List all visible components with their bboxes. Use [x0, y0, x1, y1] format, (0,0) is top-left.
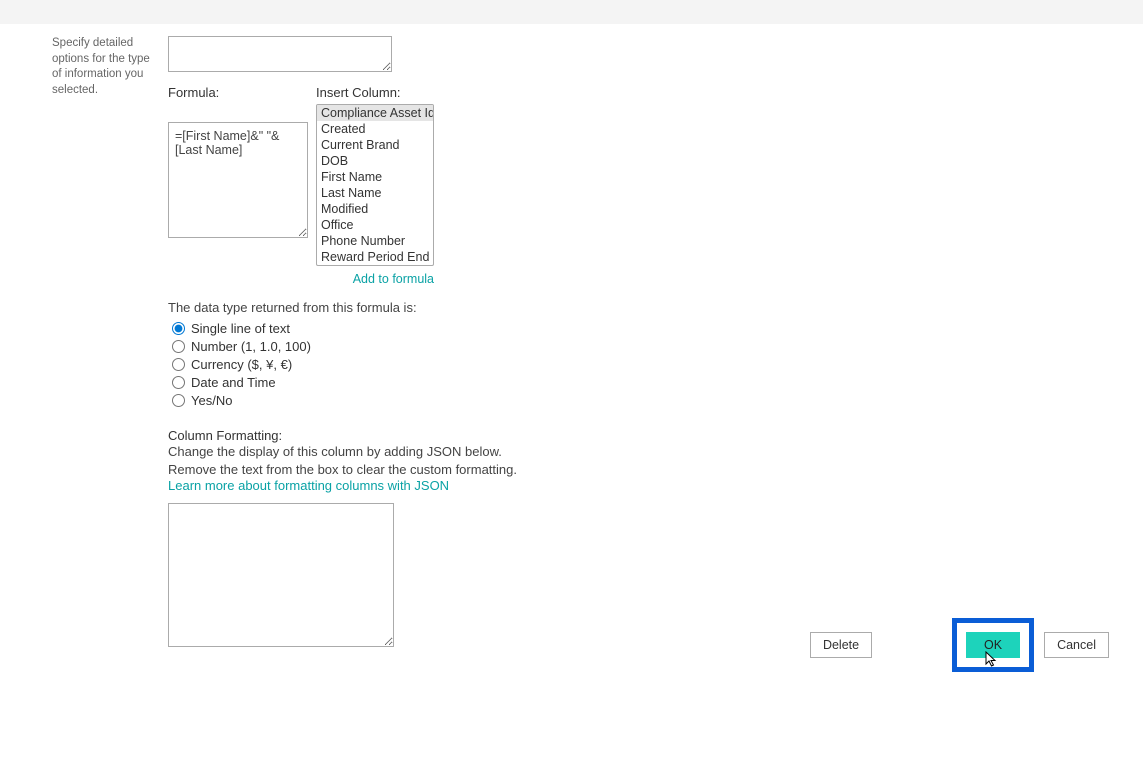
formula-label: Formula: [168, 85, 308, 100]
insert-column-option[interactable]: Current Brand [317, 137, 433, 153]
insert-column-label: Insert Column: [316, 85, 434, 100]
column-formatting-desc2: Remove the text from the box to clear th… [168, 461, 517, 479]
datatype-option-label: Currency ($, ¥, €) [191, 357, 292, 372]
datatype-option[interactable]: Yes/No [172, 393, 517, 408]
description-textarea[interactable] [168, 36, 392, 72]
datatype-option[interactable]: Currency ($, ¥, €) [172, 357, 517, 372]
insert-column-option[interactable]: Created [317, 121, 433, 137]
insert-column-option[interactable]: First Name [317, 169, 433, 185]
datatype-option[interactable]: Single line of text [172, 321, 517, 336]
main-panel: Formula: Insert Column: Compliance Asset… [168, 36, 517, 650]
formula-column: Formula: [168, 85, 308, 241]
delete-button[interactable]: Delete [810, 632, 872, 658]
insert-column-option[interactable]: Office [317, 217, 433, 233]
top-bar [0, 0, 1143, 24]
datatype-option-label: Date and Time [191, 375, 276, 390]
insert-column-option[interactable]: Phone Number [317, 233, 433, 249]
insert-column-column: Insert Column: Compliance Asset IdCreate… [316, 85, 434, 266]
column-formatting-section: Column Formatting: Change the display of… [168, 428, 517, 650]
ok-highlight-box: OK [952, 618, 1034, 672]
content-wrapper: Specify detailed options for the type of… [0, 24, 1143, 650]
column-formatting-link[interactable]: Learn more about formatting columns with… [168, 478, 449, 493]
datatype-option-label: Number (1, 1.0, 100) [191, 339, 311, 354]
column-formatting-desc1: Change the display of this column by add… [168, 443, 517, 461]
datatype-radio[interactable] [172, 394, 185, 407]
add-to-formula-link[interactable]: Add to formula [168, 272, 434, 286]
insert-column-listbox[interactable]: Compliance Asset IdCreatedCurrent BrandD… [316, 104, 434, 266]
cancel-button[interactable]: Cancel [1044, 632, 1109, 658]
ok-button[interactable]: OK [966, 632, 1020, 658]
formula-textarea[interactable] [168, 122, 308, 238]
datatype-radio[interactable] [172, 322, 185, 335]
column-formatting-heading: Column Formatting: [168, 428, 517, 443]
insert-column-option[interactable]: Modified [317, 201, 433, 217]
datatype-radio[interactable] [172, 340, 185, 353]
datatype-radio[interactable] [172, 358, 185, 371]
button-row: Delete OK Cancel [0, 618, 1143, 672]
datatype-radio[interactable] [172, 376, 185, 389]
insert-column-option[interactable]: DOB [317, 153, 433, 169]
datatype-radio-group: Single line of text Number (1, 1.0, 100) C… [168, 321, 517, 408]
datatype-option-label: Yes/No [191, 393, 232, 408]
datatype-option[interactable]: Number (1, 1.0, 100) [172, 339, 517, 354]
sidebar-description: Specify detailed options for the type of… [0, 36, 168, 98]
insert-column-option[interactable]: Compliance Asset Id [317, 105, 433, 121]
insert-column-option[interactable]: Reward Period End [317, 249, 433, 265]
description-field [168, 36, 517, 75]
formula-row: Formula: Insert Column: Compliance Asset… [168, 85, 517, 266]
datatype-option[interactable]: Date and Time [172, 375, 517, 390]
insert-column-option[interactable]: Last Name [317, 185, 433, 201]
datatype-option-label: Single line of text [191, 321, 290, 336]
datatype-label: The data type returned from this formula… [168, 300, 517, 315]
